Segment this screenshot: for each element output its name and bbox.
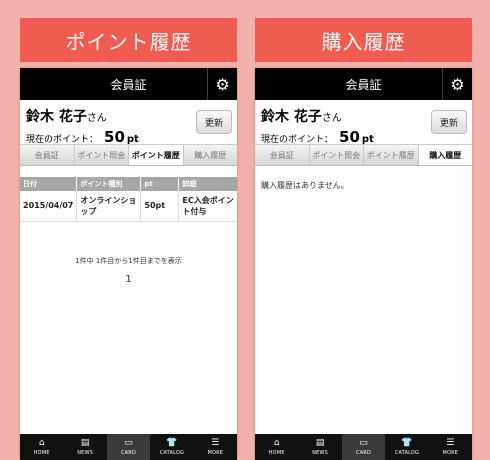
tab-point-history[interactable]: ポイント履歴: [129, 145, 184, 165]
title-bar: 会員証 ⚙: [255, 68, 472, 100]
page-number[interactable]: 1: [20, 274, 237, 285]
nav-label: CATALOG: [159, 450, 185, 456]
cell-date: 2015/04/07: [20, 191, 78, 222]
cell-point-type: オンラインショップ: [76, 191, 142, 222]
bottom-nav: ⌂ HOME ▤ NEWS ▭ CARD 👕 CATALOG ☰ MORE: [255, 434, 472, 460]
empty-message: 購入履歴はありません。: [261, 181, 349, 190]
table-header-row: 日付 ポイント種別 pt 詳細: [20, 177, 237, 191]
nav-more[interactable]: ☰ MORE: [429, 434, 472, 460]
point-history-table: 日付 ポイント種別 pt 詳細 2015/04/07 オンラインショップ 50p…: [20, 177, 237, 222]
user-name: 鈴木 花子: [261, 109, 322, 125]
nav-label: HOME: [33, 450, 50, 456]
more-icon: ☰: [446, 438, 455, 448]
nav-label: MORE: [442, 450, 459, 456]
more-icon: ☰: [211, 438, 220, 448]
nav-label: HOME: [268, 450, 285, 456]
card-icon: ▭: [124, 438, 133, 448]
table-row: 2015/04/07 オンラインショップ 50pt EC入会ポイント付与: [20, 191, 237, 222]
tab-purchase-history[interactable]: 購入履歴: [184, 145, 238, 165]
page-title: 会員証: [345, 77, 382, 92]
result-count: 1件中 1件目から1件目までを表示: [75, 256, 182, 265]
tab-point-inquiry[interactable]: ポイント照会: [310, 145, 364, 165]
points-value: 50: [339, 128, 360, 146]
tab-point-inquiry[interactable]: ポイント照会: [75, 145, 129, 165]
nav-more[interactable]: ☰ MORE: [194, 434, 237, 460]
home-icon: ⌂: [273, 438, 280, 448]
phone-screen: 会員証 ⚙ 鈴木 花子さん 現在のポイント： 50 pt 更新 会員証 ポイント照会…: [255, 68, 472, 460]
tab-purchase-history[interactable]: 購入履歴: [418, 145, 472, 165]
nav-label: NEWS: [312, 450, 329, 456]
nav-card[interactable]: ▭ CARD: [106, 434, 151, 460]
page-title: 会員証: [110, 77, 147, 92]
point-history-panel: ポイント履歴 会員証 ⚙ 鈴木 花子さん 現在のポイント： 50 pt 更新 会員証…: [20, 18, 237, 460]
nav-catalog[interactable]: 👕 CATALOG: [150, 434, 193, 460]
nav-label: CARD: [355, 450, 372, 456]
nav-label: MORE: [207, 450, 224, 456]
phone-screen: 会員証 ⚙ 鈴木 花子さん 現在のポイント： 50 pt 更新 会員証 ポイント照会…: [20, 68, 237, 460]
tab-member-card[interactable]: 会員証: [20, 145, 75, 165]
honorific: さん: [321, 113, 342, 124]
news-icon: ▤: [315, 438, 325, 448]
user-name: 鈴木 花子: [26, 109, 87, 125]
panel-banner: 購入履歴: [255, 18, 472, 62]
cell-detail: EC入会ポイント付与: [178, 191, 237, 222]
col-date: 日付: [20, 177, 78, 191]
purchase-history-panel: 購入履歴 会員証 ⚙ 鈴木 花子さん 現在のポイント： 50 pt 更新 会員証 ポ…: [255, 18, 472, 460]
nav-catalog[interactable]: 👕 CATALOG: [385, 434, 428, 460]
points-unit: pt: [126, 134, 139, 145]
nav-news[interactable]: ▤ NEWS: [63, 434, 106, 460]
user-info: 鈴木 花子さん 現在のポイント： 50 pt 更新: [20, 100, 237, 146]
panel-banner: ポイント履歴: [20, 18, 237, 62]
refresh-button[interactable]: 更新: [196, 110, 232, 134]
nav-label: NEWS: [77, 450, 94, 456]
home-icon: ⌂: [38, 438, 45, 448]
points-value: 50: [104, 128, 125, 146]
nav-home[interactable]: ⌂ HOME: [20, 434, 63, 460]
cell-pt: 50pt: [140, 191, 180, 222]
points-unit: pt: [361, 134, 374, 145]
tab-point-history[interactable]: ポイント履歴: [364, 145, 419, 165]
col-detail: 詳細: [178, 177, 237, 191]
nav-label: CARD: [120, 450, 137, 456]
catalog-icon: 👕: [401, 438, 413, 448]
tab-bar: 会員証 ポイント照会 ポイント履歴 購入履歴: [20, 144, 237, 166]
card-icon: ▭: [359, 438, 368, 448]
honorific: さん: [86, 113, 107, 124]
catalog-icon: 👕: [166, 438, 178, 448]
news-icon: ▤: [80, 438, 90, 448]
points-label: 現在のポイント：: [261, 135, 334, 145]
title-bar: 会員証 ⚙: [20, 68, 237, 100]
nav-card[interactable]: ▭ CARD: [341, 434, 386, 460]
bottom-nav: ⌂ HOME ▤ NEWS ▭ CARD 👕 CATALOG ☰ MORE: [20, 434, 237, 460]
nav-news[interactable]: ▤ NEWS: [298, 434, 341, 460]
refresh-button[interactable]: 更新: [431, 110, 467, 134]
points-label: 現在のポイント：: [26, 135, 99, 145]
gear-icon[interactable]: ⚙: [442, 68, 472, 100]
nav-label: CATALOG: [394, 450, 420, 456]
gear-icon[interactable]: ⚙: [207, 68, 237, 100]
col-point-type: ポイント種別: [76, 177, 142, 191]
nav-home[interactable]: ⌂ HOME: [255, 434, 298, 460]
tab-member-card[interactable]: 会員証: [255, 145, 310, 165]
user-info: 鈴木 花子さん 現在のポイント： 50 pt 更新: [255, 100, 472, 146]
col-pt: pt: [140, 177, 180, 191]
tab-bar: 会員証 ポイント照会 ポイント履歴 購入履歴: [255, 144, 472, 166]
